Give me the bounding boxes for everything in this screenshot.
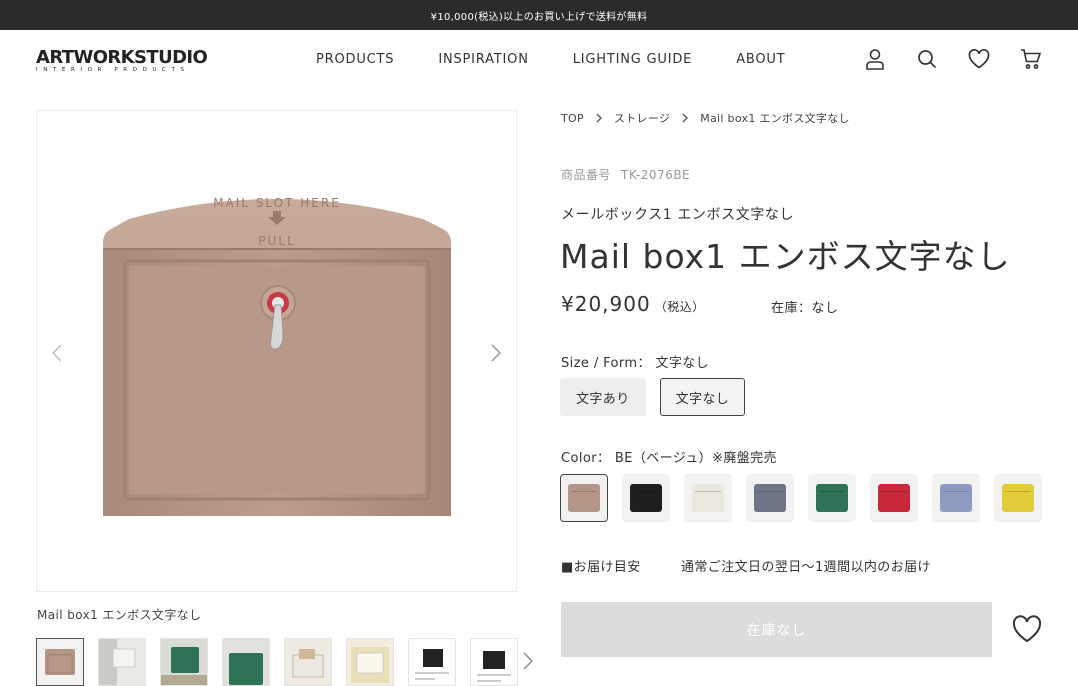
size-selected-value: 文字なし xyxy=(655,356,710,371)
thumbnail[interactable] xyxy=(470,638,518,686)
price-value: ¥20,900 xyxy=(561,292,651,316)
color-label: Color： xyxy=(561,451,611,466)
product-sku: 商品番号 TK-2076BE xyxy=(561,166,690,183)
size-label: Size / Form： xyxy=(561,356,651,371)
breadcrumb-current: Mail box1 エンボス文字なし xyxy=(700,112,850,125)
thumbnail[interactable] xyxy=(160,638,208,686)
cart-icon[interactable] xyxy=(1020,48,1042,70)
thumbnail-next-arrow[interactable] xyxy=(522,652,538,672)
thumbnail[interactable] xyxy=(284,638,332,686)
product-subtitle: メールボックス1 エンボス文字なし xyxy=(561,207,795,223)
product-price: ¥20,900 （税込） xyxy=(561,292,705,316)
announcement-bar: ¥10,000(税込)以上のお買い上げで送料が無料 xyxy=(0,0,1078,30)
swatch-color-chip xyxy=(630,484,662,512)
site-logo[interactable]: ARTWORKSTUDIO INTERIOR PRODUCTS xyxy=(36,47,246,74)
thumbnail[interactable] xyxy=(408,638,456,686)
thumbnail[interactable] xyxy=(346,638,394,686)
thumbnail[interactable] xyxy=(222,638,270,686)
nav-about[interactable]: ABOUT xyxy=(736,52,785,67)
color-swatch-beige[interactable] xyxy=(560,474,608,522)
swatch-color-chip xyxy=(1002,484,1034,512)
delivery-value: 通常ご注文日の翌日〜1週間以内のお届け xyxy=(681,560,931,575)
swatch-color-chip xyxy=(816,484,848,512)
sku-label: 商品番号 xyxy=(561,168,612,182)
nav-lighting-guide[interactable]: LIGHTING GUIDE xyxy=(573,52,692,67)
size-options: 文字あり 文字なし xyxy=(560,378,746,416)
chevron-right-icon xyxy=(596,113,602,123)
breadcrumb-top[interactable]: TOP xyxy=(561,112,584,125)
gallery-next-arrow[interactable] xyxy=(486,341,506,365)
search-icon[interactable] xyxy=(916,48,938,70)
swatch-color-chip xyxy=(692,484,724,512)
nav-inspiration[interactable]: INSPIRATION xyxy=(438,52,528,67)
delivery-label: ■お届け目安 xyxy=(561,560,641,575)
thumbnail[interactable] xyxy=(98,638,146,686)
color-swatch-red[interactable] xyxy=(870,474,918,522)
product-title: Mail box1 エンボス文字なし xyxy=(560,237,1011,276)
embossed-pull-text: PULL xyxy=(258,234,295,248)
color-swatch-blue[interactable] xyxy=(932,474,980,522)
swatch-color-chip xyxy=(878,484,910,512)
color-swatch-white[interactable] xyxy=(684,474,732,522)
sku-value: TK-2076BE xyxy=(621,168,691,182)
main-nav: PRODUCTS INSPIRATION LIGHTING GUIDE ABOU… xyxy=(316,52,829,67)
color-option-label: Color： BE（ベージュ）※廃盤完売 xyxy=(561,447,777,466)
image-caption: Mail box1 エンボス文字なし xyxy=(37,608,202,622)
embossed-mail-slot-text: MAIL SLOT HERE xyxy=(213,196,341,210)
account-icon[interactable] xyxy=(864,48,886,70)
product-main-image: MAIL SLOT HERE PULL xyxy=(103,196,451,516)
out-of-stock-button[interactable]: 在庫なし xyxy=(561,602,992,657)
color-swatch-black[interactable] xyxy=(622,474,670,522)
header-icons xyxy=(864,48,1042,70)
heart-icon[interactable] xyxy=(968,48,990,70)
product-image-gallery: MAIL SLOT HERE PULL xyxy=(36,110,517,592)
color-selected-value: BE（ベージュ）※廃盤完売 xyxy=(614,451,777,466)
logo-main-text: ARTWORKSTUDIO xyxy=(36,47,208,68)
color-swatch-yellow[interactable] xyxy=(994,474,1042,522)
swatch-color-chip xyxy=(754,484,786,512)
breadcrumb: TOP ストレージ Mail box1 エンボス文字なし xyxy=(561,110,850,126)
swatch-color-chip xyxy=(568,484,600,512)
favorite-heart-icon[interactable] xyxy=(1012,615,1042,645)
site-header: ARTWORKSTUDIO INTERIOR PRODUCTS PRODUCTS… xyxy=(0,30,1078,90)
breadcrumb-storage[interactable]: ストレージ xyxy=(614,110,670,126)
delivery-estimate: ■お届け目安 通常ご注文日の翌日〜1週間以内のお届け xyxy=(561,556,931,575)
thumbnail[interactable] xyxy=(36,638,84,686)
stock-status: 在庫：なし xyxy=(771,301,839,316)
swatch-color-chip xyxy=(940,484,972,512)
size-option-with-text[interactable]: 文字あり xyxy=(560,378,646,416)
color-swatch-gray[interactable] xyxy=(746,474,794,522)
tax-note: （税込） xyxy=(654,300,705,314)
nav-products[interactable]: PRODUCTS xyxy=(316,52,394,67)
gallery-prev-arrow[interactable] xyxy=(47,341,67,365)
color-swatches xyxy=(560,474,1042,522)
color-swatch-green[interactable] xyxy=(808,474,856,522)
chevron-right-icon xyxy=(682,113,689,123)
logo-sub-text: INTERIOR PRODUCTS xyxy=(36,67,190,73)
size-option-label: Size / Form： 文字なし xyxy=(561,352,709,371)
thumbnail-strip xyxy=(36,638,518,686)
size-option-no-text[interactable]: 文字なし xyxy=(659,378,746,416)
